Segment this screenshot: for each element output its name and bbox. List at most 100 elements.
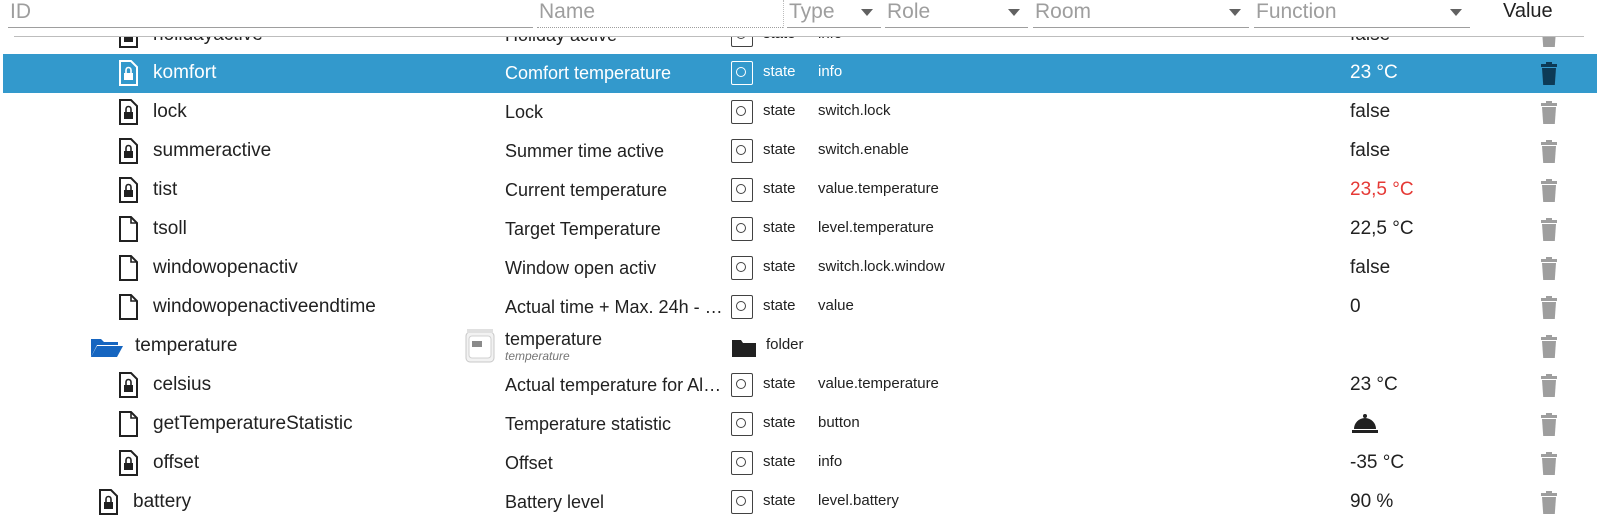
table-row[interactable]: windowopenactiveendtime Actual time + Ma…: [3, 288, 1597, 327]
type-filter-label: Type: [789, 0, 835, 23]
column-divider: [783, 0, 785, 28]
trash-icon[interactable]: [1539, 296, 1559, 320]
row-role: info: [818, 453, 843, 470]
state-type-icon: [731, 490, 753, 514]
table-row[interactable]: windowopenactiv Window open activ state …: [3, 249, 1597, 288]
row-type: state: [763, 492, 796, 509]
row-name: Lock: [505, 102, 544, 122]
row-role: switch.enable: [818, 141, 909, 158]
row-type: state: [763, 453, 796, 470]
state-type-icon: [731, 178, 753, 202]
type-filter-select[interactable]: Type: [787, 0, 881, 28]
open-folder-icon[interactable]: [90, 336, 124, 358]
row-name: Summer time active: [505, 141, 665, 161]
row-id: getTemperatureStatistic: [153, 413, 353, 434]
trash-icon[interactable]: [1539, 374, 1559, 398]
state-type-icon: [731, 412, 753, 436]
row-name: Actual time + Max. 24h - Va...: [505, 297, 727, 317]
state-type-icon: [731, 217, 753, 241]
row-name: Target Temperature: [505, 219, 661, 239]
table-row[interactable]: summeractive Summer time active state sw…: [3, 132, 1597, 171]
room-filter-select[interactable]: Room: [1033, 0, 1249, 28]
file-icon: [119, 411, 138, 437]
table-row[interactable]: celsius Actual temperature for Alexa sta…: [3, 366, 1597, 405]
row-name: Actual temperature for Alexa: [505, 375, 727, 395]
row-value: 22,5 °C: [1350, 218, 1414, 239]
row-type: state: [763, 375, 796, 392]
trash-icon[interactable]: [1539, 101, 1559, 125]
row-id: windowopenactiv: [153, 257, 298, 278]
file-icon: [119, 255, 138, 281]
row-id: lock: [153, 101, 187, 122]
row-value: false: [1350, 257, 1391, 278]
row-type: state: [763, 63, 796, 80]
folder-row[interactable]: temperature temperature temperature fold…: [3, 327, 1597, 366]
row-type: state: [763, 102, 796, 119]
lock-file-icon: [119, 60, 138, 86]
row-type: state: [763, 180, 796, 197]
role-filter-select[interactable]: Role: [885, 0, 1028, 28]
table-row[interactable]: tist Current temperature state value.tem…: [3, 171, 1597, 210]
lock-file-icon: [119, 450, 138, 476]
trash-icon[interactable]: [1539, 62, 1559, 86]
role-filter-label: Role: [887, 0, 931, 23]
trash-icon[interactable]: [1539, 257, 1559, 281]
function-filter-select[interactable]: Function: [1254, 0, 1470, 28]
trash-icon[interactable]: [1539, 452, 1559, 476]
row-type: state: [763, 297, 796, 314]
row-id: komfort: [153, 62, 217, 83]
row-type: state: [763, 219, 796, 236]
trash-icon[interactable]: [1539, 335, 1559, 359]
row-id: celsius: [153, 374, 212, 395]
table-row-selected[interactable]: komfort Comfort temperature state info 2…: [3, 54, 1597, 93]
lock-file-icon: [119, 99, 138, 125]
chevron-down-icon: [1229, 9, 1241, 16]
trash-icon[interactable]: [1539, 179, 1559, 203]
row-name-sub: temperature: [505, 349, 570, 363]
row-name: Current temperature: [505, 180, 668, 200]
row-name: Offset: [505, 453, 553, 473]
row-id: battery: [133, 491, 192, 512]
row-id: windowopenactiveendtime: [153, 296, 376, 317]
thermostat-device-icon: [465, 329, 495, 363]
row-role: info: [818, 63, 843, 80]
name-filter-placeholder: Name: [539, 0, 596, 23]
row-type: state: [763, 141, 796, 158]
row-role: level.battery: [818, 492, 899, 509]
row-name: Temperature statistic: [505, 414, 672, 434]
row-role: value: [818, 297, 854, 314]
bell-icon[interactable]: [1351, 413, 1379, 435]
table-row[interactable]: lock Lock state switch.lock false: [3, 93, 1597, 132]
state-type-icon: [731, 451, 753, 475]
row-name: Battery level: [505, 492, 605, 512]
header-divider: [14, 36, 1584, 37]
trash-icon[interactable]: [1539, 413, 1559, 437]
table-row[interactable]: battery Battery level state level.batter…: [3, 483, 1597, 522]
row-name: temperature: [505, 329, 603, 349]
trash-icon[interactable]: [1539, 140, 1559, 164]
trash-icon[interactable]: [1539, 218, 1559, 242]
row-role: level.temperature: [818, 219, 934, 236]
row-value: 23,5 °C: [1350, 179, 1414, 200]
file-icon: [119, 216, 138, 242]
table-row[interactable]: getTemperatureStatistic Temperature stat…: [3, 405, 1597, 444]
trash-icon[interactable]: [1539, 491, 1559, 515]
id-filter-input[interactable]: ID: [8, 0, 533, 28]
table-row[interactable]: offset Offset state info -35 °C: [3, 444, 1597, 483]
room-filter-label: Room: [1035, 0, 1092, 23]
row-role: button: [818, 414, 860, 431]
lock-file-icon: [119, 177, 138, 203]
chevron-down-icon: [861, 9, 873, 16]
chevron-down-icon: [1008, 9, 1020, 16]
name-filter-input[interactable]: Name: [537, 0, 783, 28]
value-column-header: Value: [1503, 0, 1553, 22]
row-id: offset: [153, 452, 200, 473]
row-value: 23 °C: [1350, 62, 1398, 83]
row-type: folder: [766, 336, 804, 353]
table-row[interactable]: tsoll Target Temperature state level.tem…: [3, 210, 1597, 249]
lock-file-icon: [119, 138, 138, 164]
row-type: state: [763, 414, 796, 431]
row-id: summeractive: [153, 140, 272, 161]
row-name: Window open activ: [505, 258, 657, 278]
row-role: value.temperature: [818, 180, 939, 197]
